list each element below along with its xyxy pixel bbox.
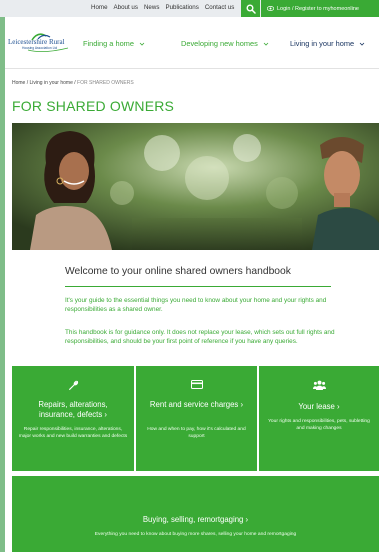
site-header: Leicestershire Rural Housing Association… (5, 17, 379, 67)
left-edge-strip (0, 0, 5, 552)
card-description: Repair responsibilities, insurance, alte… (18, 427, 128, 439)
nav-label: Developing new homes (181, 39, 258, 48)
header-divider (5, 68, 379, 69)
nav-finding-a-home[interactable]: Finding a home (83, 39, 145, 48)
card-buying-selling-remortgaging[interactable]: Buying, selling, remortgaging › Everythi… (12, 476, 379, 552)
card-title: Repairs, alterations, insurance, defects… (38, 400, 108, 419)
hero-photo (12, 123, 379, 250)
search-icon (246, 4, 256, 14)
login-register-button[interactable]: Login / Register to myhomeonline (261, 0, 379, 17)
page: Home About us News Publications Contact … (0, 0, 379, 552)
utility-nav: Home About us News Publications Contact … (91, 4, 234, 11)
card-title: Rent and service charges › (149, 400, 244, 409)
search-button[interactable] (241, 0, 260, 17)
intro-paragraph-1: It's your guide to the essential things … (65, 297, 327, 314)
chevron-down-icon (139, 42, 145, 46)
breadcrumb-current: FOR SHARED OWNERS (77, 80, 134, 86)
breadcrumb-home[interactable]: Home (12, 80, 25, 86)
wrench-icon (68, 380, 78, 391)
card-your-lease[interactable]: Your lease › Your rights and responsibil… (259, 366, 379, 471)
utility-link-publications[interactable]: Publications (165, 4, 198, 11)
chevron-down-icon (263, 42, 269, 46)
logo-subtext: Housing Association Ltd (22, 46, 58, 50)
site-logo[interactable]: Leicestershire Rural Housing Association… (8, 31, 76, 53)
utility-link-home[interactable]: Home (91, 4, 108, 11)
credit-card-icon (190, 380, 203, 389)
card-title: Your lease › (298, 402, 340, 411)
card-repairs[interactable]: Repairs, alterations, insurance, defects… (12, 366, 134, 471)
welcome-underline (65, 286, 331, 287)
utility-link-news[interactable]: News (144, 4, 159, 11)
users-icon (312, 380, 326, 390)
nav-living-in-your-home[interactable]: Living in your home (290, 39, 365, 48)
login-label: Login / Register to myhomeonline (277, 5, 359, 12)
welcome-heading: Welcome to your online shared owners han… (65, 266, 291, 277)
utility-link-contact[interactable]: Contact us (205, 4, 235, 11)
utility-link-about[interactable]: About us (114, 4, 138, 11)
card-description: Everything you need to know about buying… (94, 532, 297, 537)
eye-icon (267, 6, 274, 11)
hero-image (12, 123, 379, 250)
page-title: FOR SHARED OWNERS (12, 98, 175, 114)
nav-label: Finding a home (83, 39, 134, 48)
card-rent-service-charges[interactable]: Rent and service charges › How and when … (136, 366, 257, 471)
nav-label: Living in your home (290, 39, 355, 48)
breadcrumb-parent[interactable]: Living in your home (30, 80, 73, 86)
breadcrumb-separator: / (26, 80, 29, 86)
logo-text: Leicestershire Rural (8, 38, 65, 46)
breadcrumb: Home / Living in your home / FOR SHARED … (12, 80, 134, 86)
top-utility-bar: Home About us News Publications Contact … (0, 0, 379, 17)
chevron-down-icon (359, 42, 365, 46)
card-description: Your rights and responsibilities, pets, … (268, 419, 370, 431)
nav-developing-new-homes[interactable]: Developing new homes (181, 39, 269, 48)
intro-paragraph-2: This handbook is for guidance only. It d… (65, 329, 335, 346)
breadcrumb-separator: / (74, 80, 76, 86)
card-description: How and when to pay, how it's calculated… (147, 427, 246, 439)
card-title: Buying, selling, remortgaging › (142, 515, 249, 524)
